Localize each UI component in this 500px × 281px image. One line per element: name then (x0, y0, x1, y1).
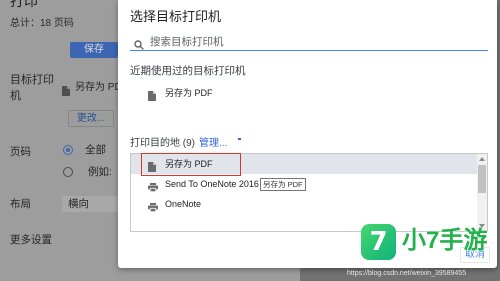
destination-label: Send To OneNote 2016 (165, 179, 259, 189)
layout-select[interactable]: 横向 (62, 196, 118, 212)
save-button[interactable]: 保存 (70, 42, 118, 58)
document-icon (148, 88, 156, 106)
search-input[interactable] (150, 35, 480, 49)
hover-tooltip: 另存为 PDF (260, 178, 306, 191)
print-title: 打印 (10, 0, 38, 9)
pages-label: 页码 (10, 146, 31, 158)
list-item[interactable]: OneNote (131, 194, 477, 214)
search-icon (134, 37, 144, 55)
pages-custom-label: 例如: (88, 166, 112, 178)
more-settings-toggle[interactable]: 更多设置 (10, 234, 52, 246)
pages-all-radio[interactable] (63, 145, 73, 155)
manage-link[interactable]: 管理... (199, 138, 227, 149)
watermark-brand: 小7手游 (402, 227, 488, 254)
change-destination-button[interactable]: 更改... (68, 110, 114, 127)
destinations-heading: 打印目的地 (9) (130, 138, 195, 149)
recent-destination-label: 另存为 PDF (165, 88, 213, 98)
selection-highlight-box (141, 153, 241, 176)
pages-custom-radio[interactable] (63, 167, 73, 177)
layout-label: 布局 (10, 198, 31, 210)
dialog-title: 选择目标打印机 (130, 9, 222, 24)
page-total: 总计：18 页码 (10, 18, 74, 29)
recent-destination-item[interactable]: 另存为 PDF (130, 83, 488, 103)
document-icon (62, 83, 70, 101)
brand-logo: 7 (361, 224, 396, 260)
printer-icon (148, 199, 158, 217)
destinations-header: 打印目的地 (9) 管理... (130, 138, 227, 150)
watermark-url: https://blog.csdn.net/weixin_39589455 (347, 270, 467, 277)
destination-label: OneNote (165, 199, 202, 209)
scroll-up-arrow-icon[interactable] (479, 157, 485, 161)
status-dot (238, 138, 241, 140)
recent-destinations-heading: 近期使用过的目标打印机 (130, 65, 246, 77)
layout-select-value: 横向 (68, 198, 89, 210)
scrollbar-thumb[interactable] (478, 165, 486, 193)
pages-all-label: 全部 (85, 144, 106, 156)
radio-dot (66, 148, 70, 152)
search-underline (130, 50, 488, 51)
destination-label: 目标打印机 (10, 74, 54, 102)
list-scrollbar[interactable] (477, 154, 487, 231)
